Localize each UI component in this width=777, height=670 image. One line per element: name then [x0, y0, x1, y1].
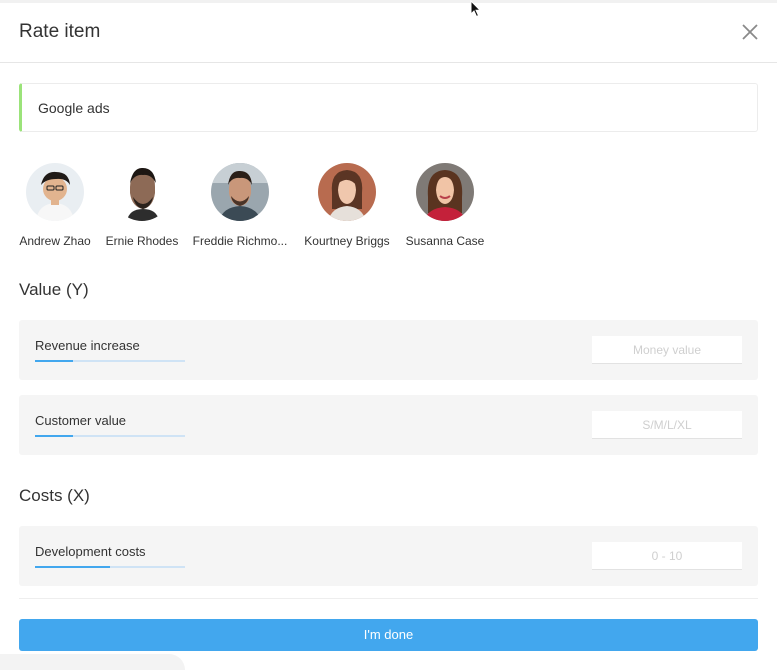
criterion-weight-fill — [35, 360, 73, 362]
criterion-customer-value: Customer value — [19, 395, 758, 455]
criterion-weight-bar — [35, 360, 185, 362]
avatar — [113, 163, 171, 221]
avatar — [26, 163, 84, 221]
close-icon[interactable] — [740, 22, 760, 42]
person-name: Susanna Case — [405, 234, 485, 248]
criterion-label: Development costs — [35, 544, 146, 559]
size-input[interactable] — [592, 411, 742, 439]
criterion-weight-fill — [35, 435, 73, 437]
mouse-cursor-icon — [470, 0, 482, 18]
criterion-label: Customer value — [35, 413, 127, 428]
footer-divider — [19, 598, 758, 599]
person-name: Ernie Rhodes — [105, 234, 179, 248]
cost-score-input[interactable] — [592, 542, 742, 570]
criterion-weight-bar — [35, 566, 185, 568]
avatar — [211, 163, 269, 221]
avatar — [416, 163, 474, 221]
item-card: Google ads — [19, 83, 758, 132]
background-tab — [0, 654, 185, 670]
criterion-development-costs: Development costs — [19, 526, 758, 586]
person-andrew-zhao[interactable]: Andrew Zhao — [5, 163, 105, 248]
person-name: Freddie Richmo... — [192, 234, 288, 248]
person-freddie-richmond[interactable]: Freddie Richmo... — [190, 163, 290, 248]
person-name: Kourtney Briggs — [304, 234, 390, 248]
person-ernie-rhodes[interactable]: Ernie Rhodes — [92, 163, 192, 248]
criterion-weight-bar — [35, 435, 185, 437]
money-value-input[interactable] — [592, 336, 742, 364]
costs-section-title: Costs (X) — [19, 486, 90, 505]
avatar — [318, 163, 376, 221]
done-button[interactable]: I'm done — [19, 619, 758, 651]
value-section-title: Value (Y) — [19, 280, 89, 299]
criterion-revenue-increase: Revenue increase — [19, 320, 758, 380]
criterion-weight-fill — [35, 566, 110, 568]
criterion-label: Revenue increase — [35, 338, 140, 353]
rate-item-dialog: Rate item Google ads Andrew Zhao Ernie R… — [0, 0, 777, 670]
person-name: Andrew Zhao — [19, 234, 91, 248]
raters-list: Andrew Zhao Ernie Rhodes Freddie Richmo.… — [0, 163, 777, 253]
person-kourtney-briggs[interactable]: Kourtney Briggs — [297, 163, 397, 248]
dialog-header: Rate item — [0, 3, 777, 63]
person-susanna-case[interactable]: Susanna Case — [395, 163, 495, 248]
dialog-title: Rate item — [19, 21, 101, 42]
item-name: Google ads — [38, 100, 110, 116]
